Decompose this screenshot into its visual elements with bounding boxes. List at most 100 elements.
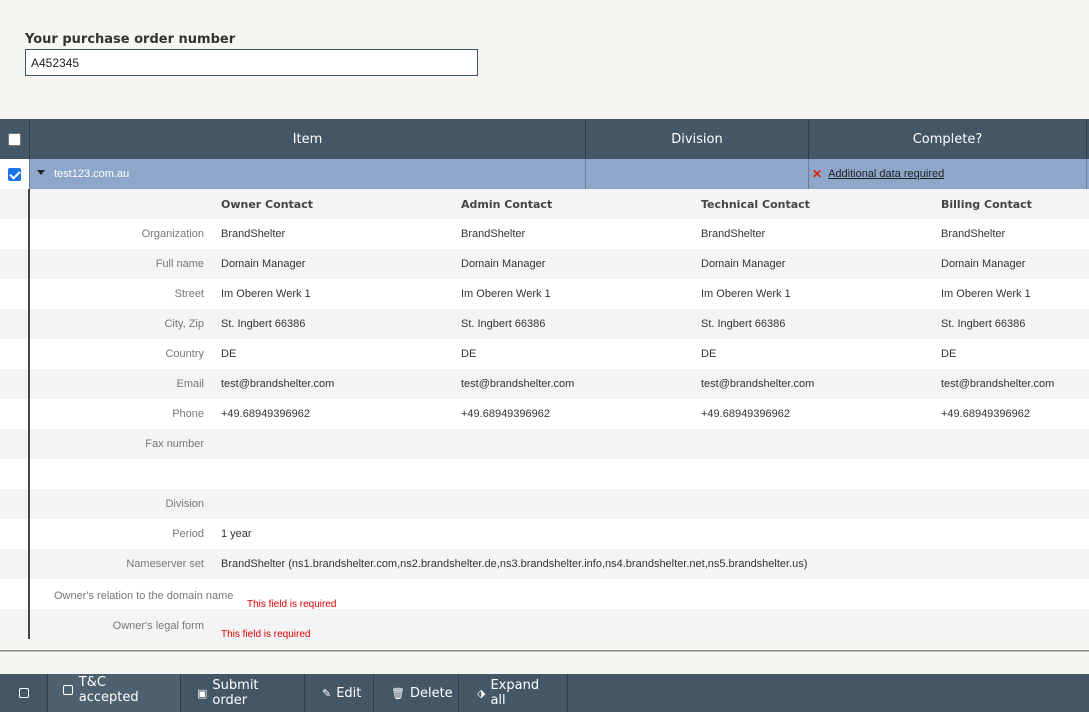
technical-value: BrandShelter <box>701 228 766 240</box>
contact-row-country: Country DE DE DE DE <box>0 339 1089 369</box>
billing-value: +49.68949396962 <box>941 408 1031 420</box>
row-label: Street <box>174 288 204 300</box>
toolbar-select-checkbox-cell <box>0 674 48 712</box>
contact-row-full-name: Full name Domain Manager Domain Manager … <box>0 249 1089 279</box>
technical-value: test@brandshelter.com <box>701 378 815 390</box>
contact-row-street: Street Im Oberen Werk 1 Im Oberen Werk 1… <box>0 279 1089 309</box>
technical-contact-header: Technical Contact <box>701 198 810 211</box>
domain-complete-cell: ✕ Additional data required <box>809 159 1087 189</box>
row-label: Organization <box>141 228 204 240</box>
row-label: City, Zip <box>164 318 204 330</box>
delete-label: Delete <box>409 685 453 701</box>
contact-row-email: Email test@brandshelter.com test@brandsh… <box>0 369 1089 399</box>
billing-value: St. Ingbert 66386 <box>941 318 1026 330</box>
row-label: Country <box>165 348 204 360</box>
delete-button[interactable]: 🗑 Delete <box>374 674 459 712</box>
table-header: Item Division Complete? <box>0 119 1089 159</box>
domain-details-panel: Owner Contact Admin Contact Technical Co… <box>0 189 1089 649</box>
admin-value: BrandShelter <box>461 228 526 240</box>
division-label: Division <box>165 498 204 510</box>
owner-value: Im Oberen Werk 1 <box>221 288 311 300</box>
domain-item-cell: test123.com.au <box>30 159 586 189</box>
tag-icon: ⬗ <box>477 686 486 700</box>
period-value: 1 year <box>221 528 252 540</box>
contact-headers-row: Owner Contact Admin Contact Technical Co… <box>0 189 1089 219</box>
technical-value: +49.68949396962 <box>701 408 791 420</box>
owner-relation-label: Owner's relation to the domain name <box>54 590 234 602</box>
contact-row-city-zip: City, Zip St. Ingbert 66386 St. Ingbert … <box>0 309 1089 339</box>
admin-value: DE <box>461 348 477 360</box>
owner-relation-row: Owner's relation to the domain name This… <box>0 579 1089 609</box>
admin-value: Im Oberen Werk 1 <box>461 288 551 300</box>
domain-row[interactable]: test123.com.au ✕ Additional data require… <box>0 159 1089 189</box>
pencil-icon: ✎ <box>322 686 332 700</box>
trash-icon: 🗑 <box>391 686 405 700</box>
technical-value: DE <box>701 348 717 360</box>
billing-value: BrandShelter <box>941 228 1006 240</box>
additional-data-required-link[interactable]: Additional data required <box>828 168 944 180</box>
submit-order-button[interactable]: ▣ Submit order <box>181 674 305 712</box>
tc-accepted-label: T&C accepted <box>78 675 139 705</box>
purchase-order-label: Your purchase order number <box>25 32 236 47</box>
admin-value: Domain Manager <box>461 258 546 270</box>
tc-checkbox[interactable] <box>63 685 73 695</box>
nameserver-label: Nameserver set <box>126 558 204 570</box>
expand-all-label: Expand all <box>490 678 540 708</box>
footer-divider <box>0 650 1089 652</box>
contact-row-organization: Organization BrandShelter BrandShelter B… <box>0 219 1089 249</box>
owner-legal-form-row: Owner's legal form This field is require… <box>0 609 1089 639</box>
row-label: Full name <box>155 258 204 270</box>
column-header-item[interactable]: Item <box>30 119 586 159</box>
owner-relation-error: This field is required <box>247 599 337 609</box>
edit-button[interactable]: ✎ Edit <box>305 674 374 712</box>
select-all-cell <box>0 119 30 159</box>
billing-value: Domain Manager <box>941 258 1026 270</box>
owner-value: Domain Manager <box>221 258 306 270</box>
period-label: Period <box>172 528 204 540</box>
edit-label: Edit <box>336 685 362 701</box>
admin-value: St. Ingbert 66386 <box>461 318 546 330</box>
expand-all-button[interactable]: ⬗ Expand all <box>459 674 568 712</box>
nameserver-row: Nameserver set BrandShelter (ns1.brandsh… <box>0 549 1089 579</box>
row-gutter <box>28 459 30 489</box>
tc-accepted-toggle[interactable]: T&C accepted <box>48 674 181 712</box>
row-label: Phone <box>172 408 204 420</box>
domain-row-checkbox-cell <box>0 159 30 189</box>
billing-value: test@brandshelter.com <box>941 378 1055 390</box>
contact-row-fax: Fax number <box>0 429 1089 459</box>
division-row: Division <box>0 489 1089 519</box>
owner-value: BrandShelter <box>221 228 286 240</box>
row-label: Email <box>176 378 204 390</box>
owner-value: DE <box>221 348 237 360</box>
toolbar-select-checkbox[interactable] <box>18 688 29 698</box>
column-header-complete[interactable]: Complete? <box>809 119 1087 159</box>
nameserver-value: BrandShelter (ns1.brandshelter.com,ns2.b… <box>221 558 808 570</box>
period-row: Period 1 year <box>0 519 1089 549</box>
billing-contact-header: Billing Contact <box>941 198 1032 211</box>
admin-value: +49.68949396962 <box>461 408 551 420</box>
owner-value: +49.68949396962 <box>221 408 311 420</box>
owner-value: St. Ingbert 66386 <box>221 318 306 330</box>
admin-contact-header: Admin Contact <box>461 198 553 211</box>
collapse-caret-icon[interactable] <box>37 169 45 175</box>
purchase-order-input[interactable] <box>25 49 478 76</box>
contact-row-phone: Phone +49.68949396962 +49.68949396962 +4… <box>0 399 1089 429</box>
admin-value: test@brandshelter.com <box>461 378 575 390</box>
technical-value: Domain Manager <box>701 258 786 270</box>
column-header-division[interactable]: Division <box>586 119 809 159</box>
purchase-order-section: Your purchase order number <box>0 0 1089 119</box>
error-x-icon: ✕ <box>812 167 823 181</box>
domain-row-checkbox[interactable] <box>8 167 21 181</box>
billing-value: DE <box>941 348 957 360</box>
owner-legal-form-label: Owner's legal form <box>112 620 204 632</box>
billing-value: Im Oberen Werk 1 <box>941 288 1031 300</box>
technical-value: St. Ingbert 66386 <box>701 318 786 330</box>
spacer-row <box>0 459 1089 489</box>
select-all-checkbox[interactable] <box>8 132 21 146</box>
owner-contact-header: Owner Contact <box>221 198 313 211</box>
submit-order-label: Submit order <box>212 678 259 708</box>
domain-name: test123.com.au <box>54 168 130 180</box>
owner-value: test@brandshelter.com <box>221 378 335 390</box>
cash-icon: ▣ <box>197 686 208 700</box>
action-toolbar: T&C accepted ▣ Submit order ✎ Edit 🗑 Del… <box>0 674 1089 712</box>
